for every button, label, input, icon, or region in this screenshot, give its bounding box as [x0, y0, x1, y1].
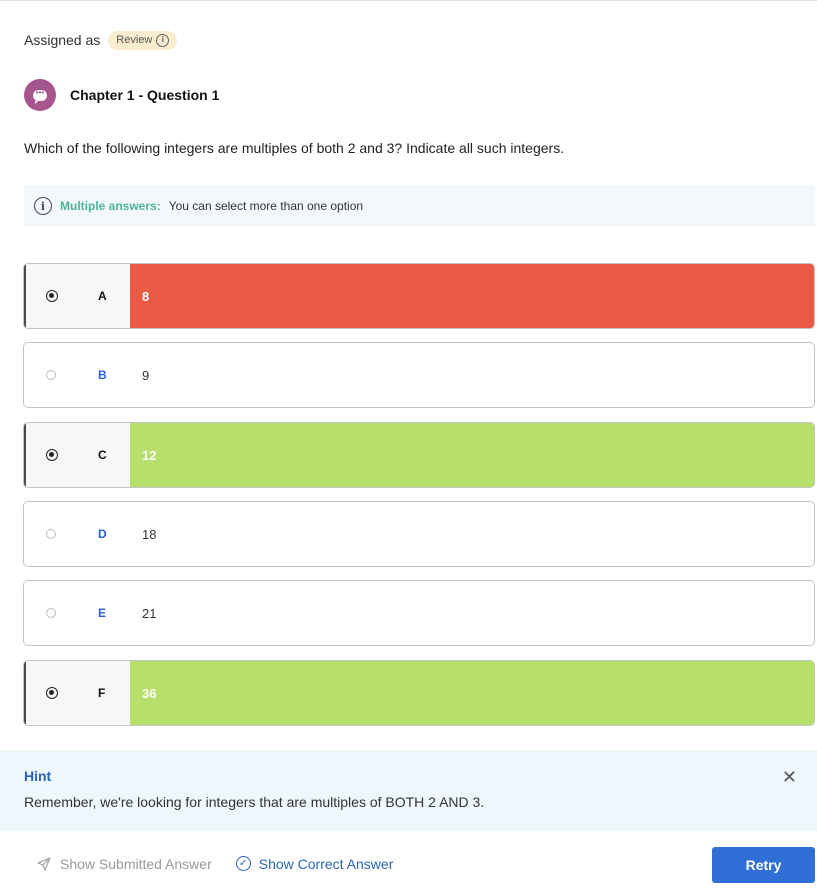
option-selector: F — [24, 661, 130, 725]
option-value: 9 — [142, 367, 150, 383]
notice-label: Multiple answers: — [60, 199, 161, 213]
chat-bubble-icon: ••• — [24, 79, 56, 111]
answer-option[interactable]: C 12 — [23, 422, 815, 488]
option-radio[interactable] — [46, 608, 56, 618]
assigned-row: Assigned as Review i — [24, 29, 178, 51]
option-radio[interactable] — [46, 290, 58, 302]
show-submitted-label: Show Submitted Answer — [60, 855, 212, 872]
option-radio[interactable] — [46, 370, 56, 380]
option-selector: B — [24, 343, 130, 407]
answer-option[interactable]: E 21 — [23, 580, 815, 646]
show-correct-label: Show Correct Answer — [258, 855, 394, 872]
assigned-label: Assigned as — [24, 32, 101, 48]
option-selector: D — [24, 502, 130, 566]
option-radio[interactable] — [46, 449, 58, 461]
check-circle-icon: ✓ — [235, 856, 251, 871]
option-selector: E — [24, 581, 130, 645]
answer-option[interactable]: B9 — [23, 342, 815, 408]
hint-text: Remember, we're looking for integers tha… — [24, 794, 485, 810]
option-letter: D — [98, 527, 107, 541]
paper-plane-icon — [37, 856, 51, 871]
option-letter: F — [98, 686, 106, 700]
option-value: 36 — [130, 661, 814, 725]
close-icon[interactable]: ✕ — [782, 768, 797, 786]
answer-option[interactable]: D 18 — [23, 501, 815, 567]
page-title: Chapter 1 - Question 1 — [70, 87, 220, 103]
hint-panel: Hint Remember, we're looking for integer… — [0, 750, 817, 831]
option-letter: A — [98, 289, 107, 303]
option-selector: C — [24, 423, 130, 487]
option-letter: E — [98, 606, 107, 620]
question-text: Which of the following integers are mult… — [24, 140, 565, 156]
answer-option[interactable]: A8 — [23, 263, 815, 329]
footer: Show Submitted Answer ✓ Show Correct Ans… — [0, 831, 817, 896]
notice-text: You can select more than one option — [168, 199, 364, 213]
option-radio[interactable] — [46, 687, 58, 699]
retry-button[interactable]: Retry — [712, 847, 815, 883]
info-icon: i — [34, 197, 52, 215]
option-value: 21 — [142, 605, 157, 621]
review-badge-label: Review — [116, 34, 153, 46]
option-letter: C — [98, 448, 107, 462]
option-selector: A — [24, 264, 130, 328]
option-value: 18 — [142, 526, 157, 542]
option-value: 8 — [130, 264, 814, 328]
option-radio[interactable] — [46, 529, 56, 539]
question-panel: Assigned as Review i ••• Chapter 1 - Que… — [0, 0, 817, 895]
review-badge: Review i — [108, 30, 178, 50]
option-value: 12 — [130, 423, 814, 487]
question-header: ••• Chapter 1 - Question 1 — [24, 79, 219, 111]
info-icon[interactable]: i — [156, 33, 170, 47]
show-correct-answer-button[interactable]: ✓ Show Correct Answer — [235, 855, 394, 872]
answer-option[interactable]: F 36 — [23, 660, 815, 726]
multiple-answers-notice: i Multiple answers: You can select more … — [24, 185, 815, 227]
option-letter: B — [98, 368, 107, 382]
hint-title: Hint — [24, 768, 52, 784]
show-submitted-answer-button[interactable]: Show Submitted Answer — [36, 856, 212, 872]
